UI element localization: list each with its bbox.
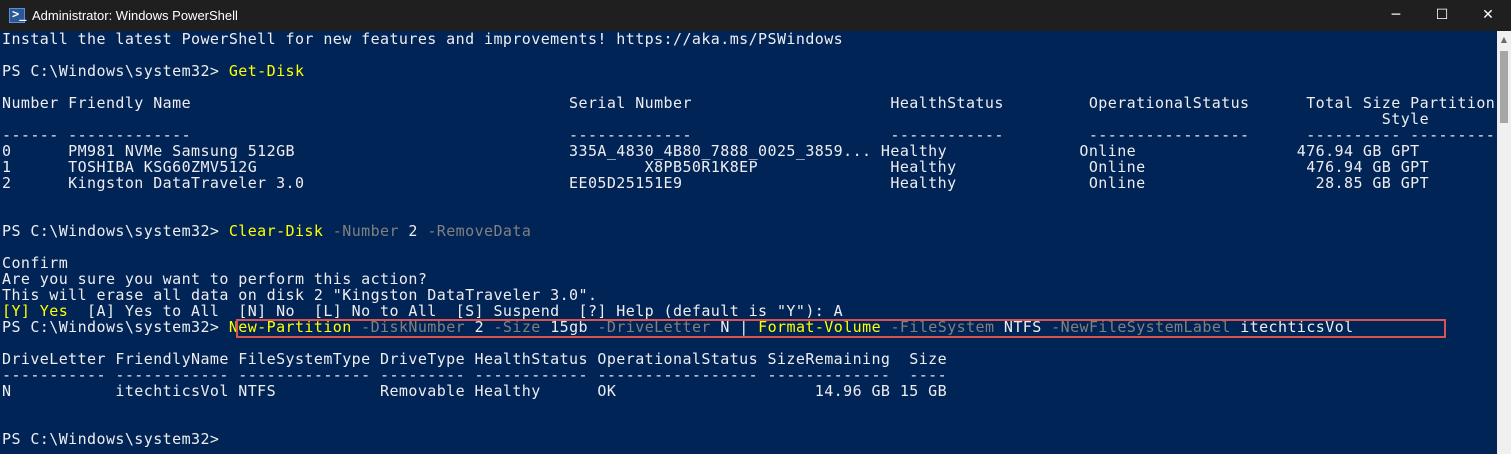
command-name: Get-Disk [228,62,305,80]
command-parameter: -Number [332,222,399,240]
console-output[interactable]: Install the latest PowerShell for new fe… [0,31,1497,454]
scroll-up-arrow-icon[interactable]: ▲ [1497,31,1511,48]
command-line-2: PS C:\Windows\system32> Clear-Disk -Numb… [2,223,531,239]
vertical-scrollbar[interactable]: ▲ [1497,31,1511,454]
prompt: PS C:\Windows\system32> [2,62,229,80]
title-bar[interactable]: >_ Administrator: Windows PowerShell ─ ☐… [0,0,1511,31]
command-parameter: -RemoveData [427,222,532,240]
prompt: PS C:\Windows\system32> [2,318,229,336]
highlight-box [236,319,1446,338]
minimize-button[interactable]: ─ [1373,0,1419,31]
table-row: 2 Kingston DataTraveler 3.0 EE05D25151E9… [2,174,1430,192]
disk-table-header: Number Friendly Name Serial Number Healt… [2,94,1496,112]
table-row: N itechticsVol NTFS Removable Healthy OK… [2,382,948,400]
table-row: 1 TOSHIBA KSG60ZMV512G X8PB50R1K8EP Heal… [2,158,1430,176]
parameter-value: 2 [408,222,418,240]
volume-table-separator: ----------- ------------ -------------- … [2,366,948,384]
banner-text: Install the latest PowerShell for new fe… [2,31,844,48]
volume-table-header: DriveLetter FriendlyName FileSystemType … [2,350,948,368]
command-line-1: PS C:\Windows\system32> Get-Disk [2,63,304,79]
scrollbar-thumb[interactable] [1500,51,1508,123]
powershell-icon: >_ [9,7,26,23]
prompt: PS C:\Windows\system32> [2,222,229,240]
confirm-question: Are you sure you want to perform this ac… [2,270,428,288]
disk-table-header-wrap: Style [2,110,1430,128]
current-prompt[interactable]: PS C:\Windows\system32> [2,431,219,447]
disk-table-separator: ------ ------------- ------------- -----… [2,126,1497,144]
close-button[interactable]: ✕ [1465,0,1511,31]
maximize-button[interactable]: ☐ [1419,0,1465,31]
command-name: Clear-Disk [228,222,324,240]
confirm-choices: [Y] Yes [A] Yes to All [N] No [L] No to … [2,303,843,319]
table-row: 0 PM981 NVMe Samsung 512GB 335A_4830_4B8… [2,142,1420,160]
window-title: Administrator: Windows PowerShell [32,8,238,23]
confirm-detail: This will erase all data on disk 2 "King… [2,286,598,304]
confirm-title: Confirm [2,254,69,272]
